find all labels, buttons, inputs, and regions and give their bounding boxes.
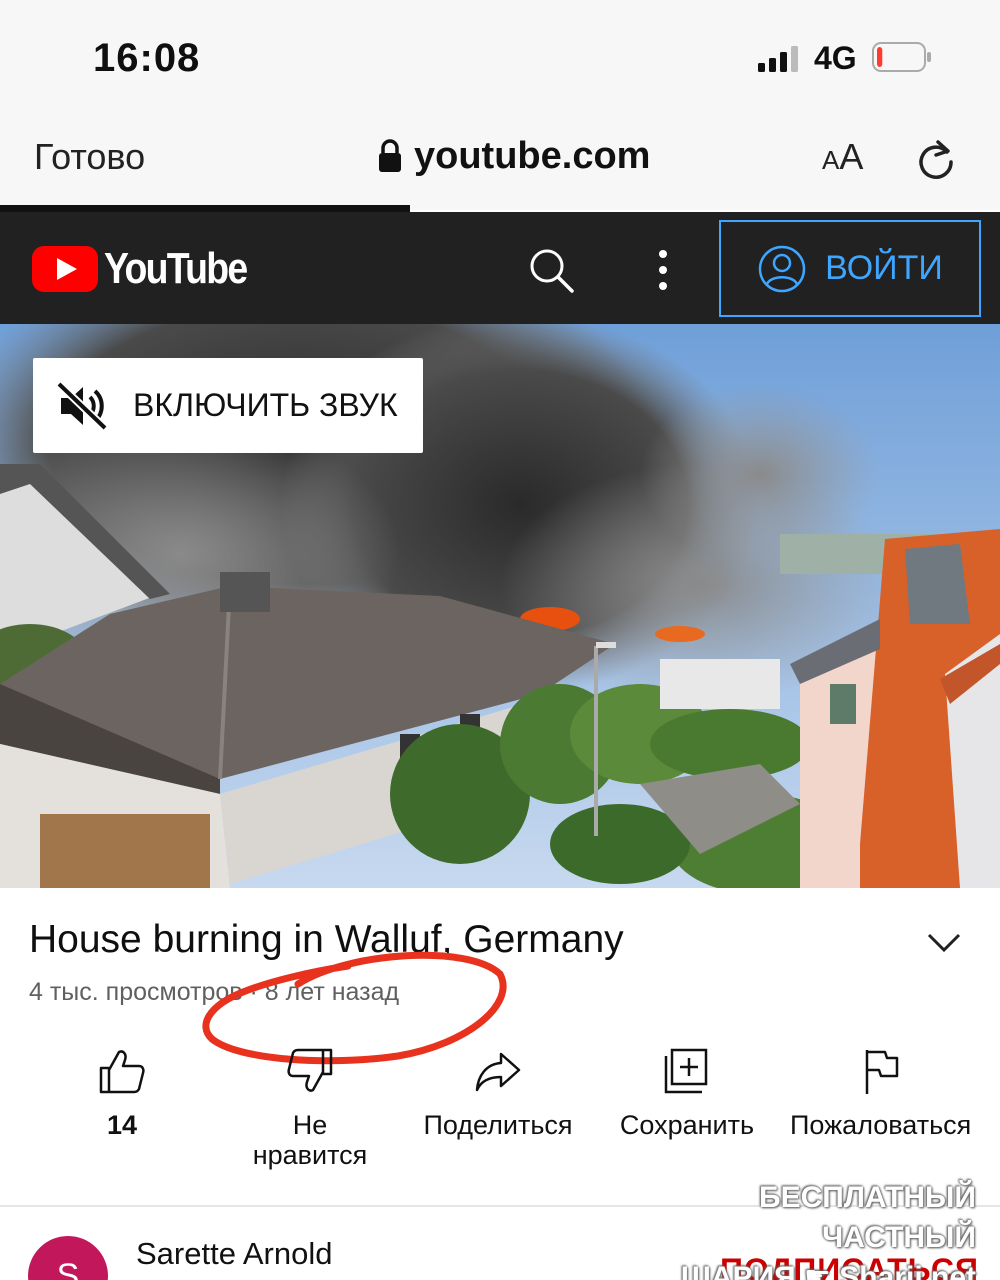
youtube-header: YouTube ВОЙТИ	[0, 212, 1000, 324]
url-text: youtube.com	[414, 134, 651, 177]
lock-icon	[379, 139, 401, 172]
youtube-wordmark: YouTube	[104, 244, 248, 293]
channel-name[interactable]: Sarette Arnold	[136, 1236, 332, 1272]
browser-toolbar: Готово youtube.com AA	[0, 110, 1000, 210]
signin-label: ВОЙТИ	[825, 249, 943, 287]
watermark-line2-suffix: Sharij.net	[839, 1261, 976, 1280]
text-size-small: A	[822, 145, 840, 175]
volume-off-icon	[56, 380, 108, 431]
signin-button[interactable]: ВОЙТИ	[719, 220, 981, 317]
reload-icon[interactable]	[914, 138, 958, 182]
youtube-play-logo-icon	[32, 246, 98, 292]
save-playlist-icon	[664, 1048, 708, 1094]
save-label: Сохранить	[619, 1110, 755, 1140]
report-label: Пожаловаться	[790, 1110, 970, 1140]
chevron-down-icon[interactable]	[926, 930, 962, 956]
like-count: 14	[106, 1110, 138, 1140]
report-button[interactable]: Пожаловаться	[790, 1046, 970, 1140]
account-circle-icon	[758, 245, 806, 292]
network-type: 4G	[814, 40, 857, 76]
watermark: БЕСПЛАТНЫЙ ЧАСТНЫЙ ШАРИЯ ☛ Sharij.net	[636, 1178, 976, 1280]
save-button[interactable]: Сохранить	[612, 1046, 762, 1140]
status-time: 16:08	[93, 36, 201, 80]
share-button[interactable]: Поделиться	[418, 1046, 578, 1140]
dislike-label-line1: Не	[292, 1110, 328, 1140]
unmute-button[interactable]: ВКЛЮЧИТЬ ЗВУК	[33, 358, 423, 453]
cellular-signal-icon	[758, 46, 798, 72]
watermark-line1: БЕСПЛАТНЫЙ ЧАСТНЫЙ	[759, 1181, 976, 1254]
text-size-button[interactable]: AA	[822, 136, 863, 178]
status-bar: 16:08 4G	[0, 0, 1000, 110]
youtube-logo[interactable]: YouTube	[32, 244, 272, 294]
channel-avatar[interactable]: S	[28, 1236, 108, 1280]
share-label: Поделиться	[423, 1110, 573, 1140]
dislike-label: Не нравится	[245, 1110, 375, 1170]
flag-icon	[865, 1050, 899, 1094]
more-vertical-icon[interactable]	[653, 248, 673, 292]
watermark-line2-text: ШАРИЯ	[680, 1261, 796, 1280]
search-icon[interactable]	[527, 246, 575, 294]
done-button[interactable]: Готово	[34, 136, 145, 178]
share-icon	[475, 1052, 521, 1092]
watermark-line2: ШАРИЯ ☛ Sharij.net	[636, 1258, 976, 1280]
like-button[interactable]: 14	[62, 1046, 182, 1140]
pointing-hand-icon: ☛	[804, 1261, 831, 1280]
dislike-label-line2: нравится	[252, 1140, 368, 1170]
thumb-down-icon	[287, 1048, 333, 1092]
dislike-button[interactable]: Не нравится	[245, 1046, 375, 1170]
address-bar[interactable]: youtube.com	[378, 134, 650, 178]
battery-icon	[872, 42, 931, 72]
text-size-large: A	[839, 136, 864, 177]
unmute-label: ВКЛЮЧИТЬ ЗВУК	[133, 387, 398, 423]
thumb-up-icon	[99, 1050, 145, 1094]
